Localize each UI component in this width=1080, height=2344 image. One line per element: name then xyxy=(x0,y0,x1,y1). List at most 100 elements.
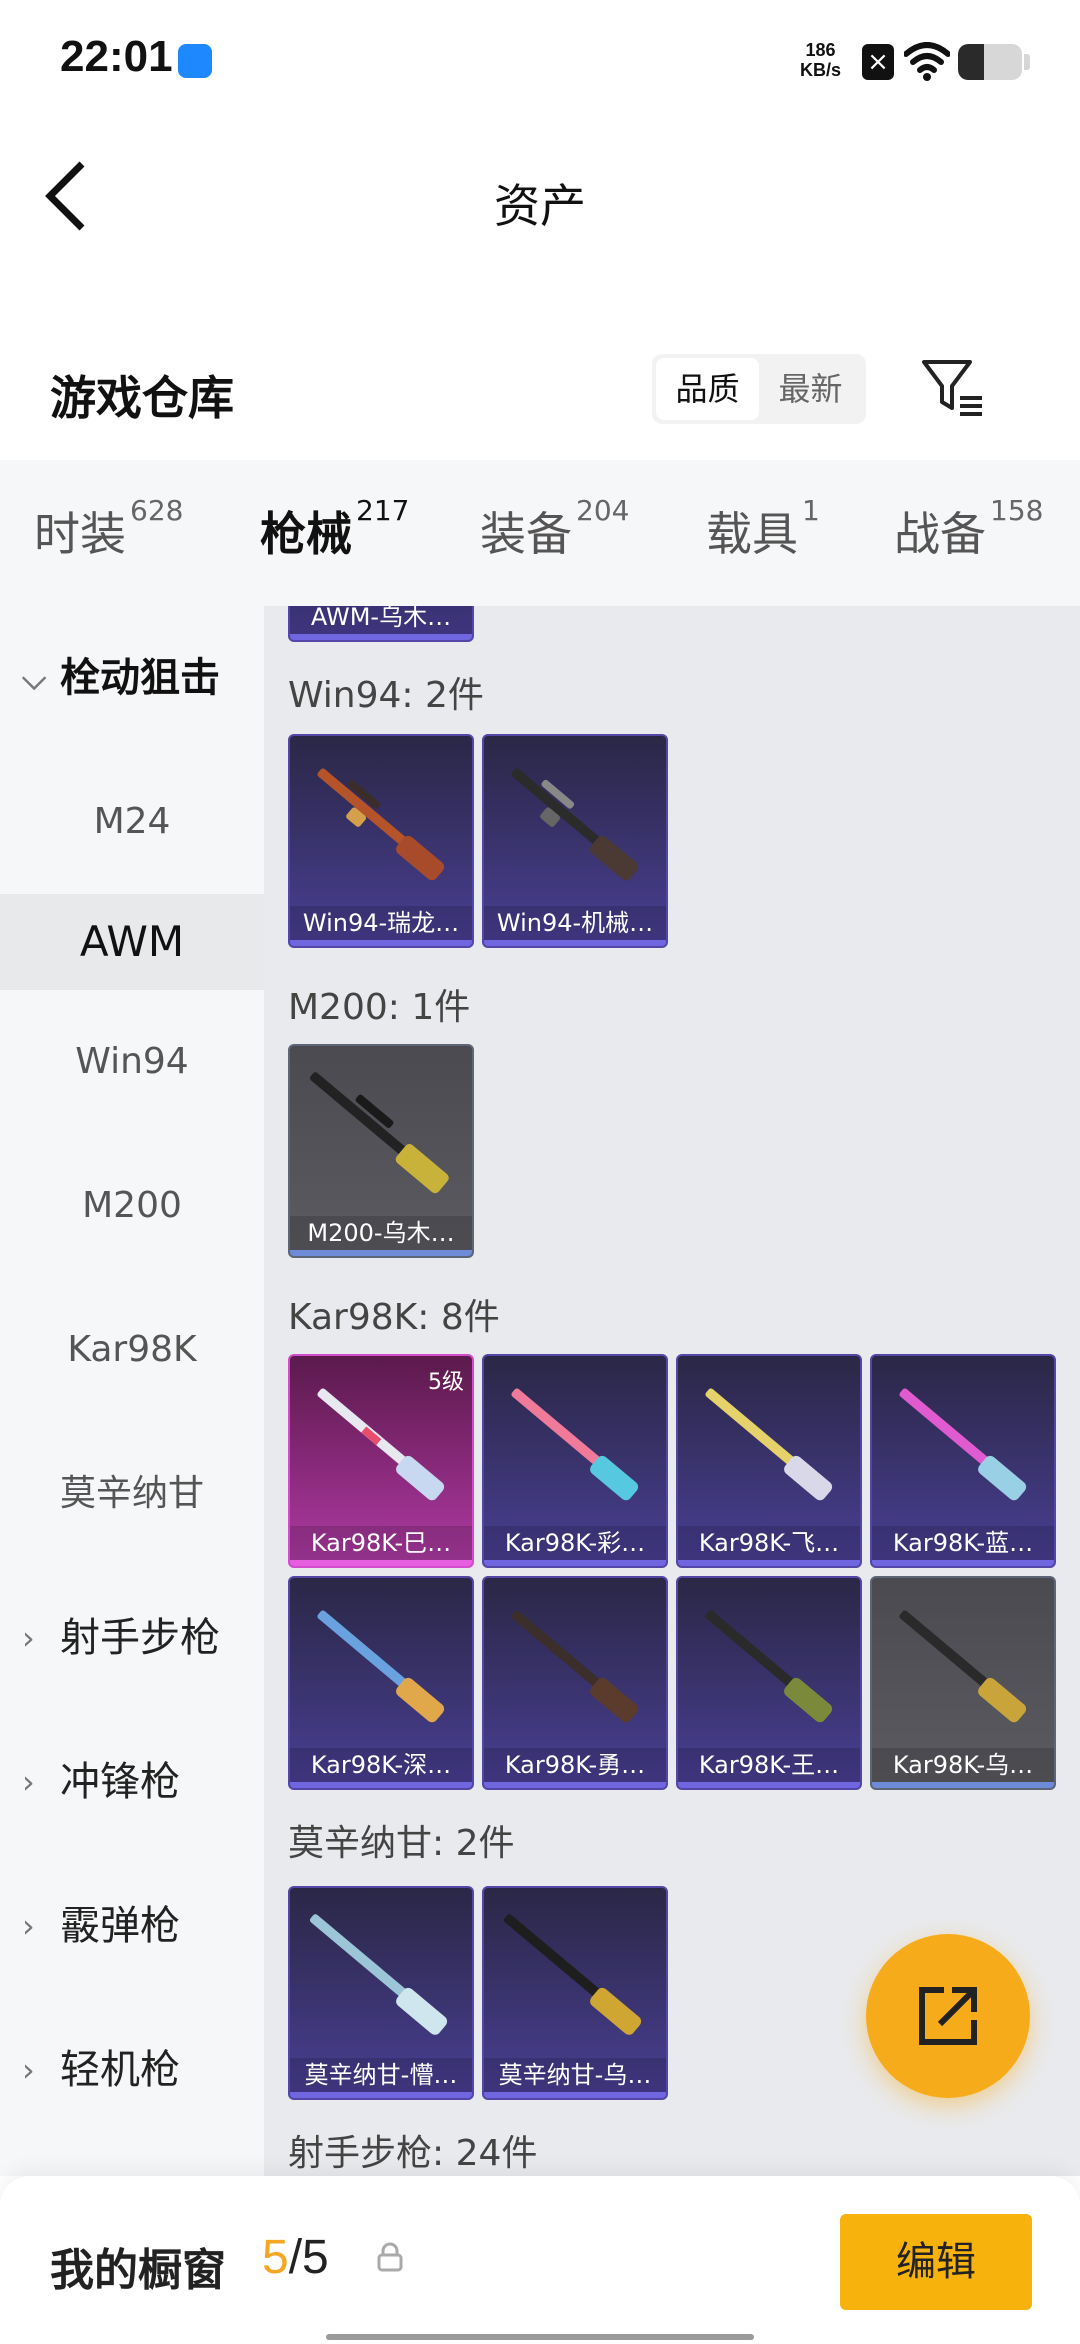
weapon-card[interactable]: Win94-瑞龙… xyxy=(288,734,474,948)
rifle-image xyxy=(899,1610,1027,1723)
weapon-card-label: Kar98K-勇… xyxy=(484,1748,666,1782)
sort-toggle: 品质 最新 xyxy=(652,354,866,424)
section-title-mosin: 莫辛纳甘: 2件 xyxy=(288,1823,515,1864)
edit-button[interactable]: 编辑 xyxy=(840,2214,1032,2310)
sidebar-group-smg[interactable]: › 冲锋枪 xyxy=(0,1710,264,1854)
battery-fill xyxy=(958,44,984,80)
weapon-card[interactable]: Kar98K-勇… xyxy=(482,1576,668,1790)
sidebar-item-m200[interactable]: M200 xyxy=(0,1134,264,1278)
showcase-count: 5/5 xyxy=(262,2230,329,2285)
sidebar-item-win94[interactable]: Win94 xyxy=(0,990,264,1134)
tab-label: 时装 xyxy=(34,507,126,561)
weapon-type-sidebar: ⌵ 栓动狙击 M24 AWM Win94 M200 Kar98K 莫辛纳甘 › … xyxy=(0,606,264,2176)
share-button[interactable] xyxy=(866,1934,1030,2098)
warehouse-title: 游戏仓库 xyxy=(50,371,234,425)
rarity-bar xyxy=(678,1560,860,1566)
category-tabs: 时装 628 枪械 217 装备 204 载具 1 战备 158 xyxy=(0,460,1080,616)
weapon-card-label: Kar98K-飞… xyxy=(678,1526,860,1560)
rifle-image xyxy=(503,1914,642,2035)
rarity-bar xyxy=(290,634,472,640)
chevron-right-icon: › xyxy=(22,1907,35,1945)
rarity-bar xyxy=(484,1560,666,1566)
battery-tip xyxy=(1024,54,1030,70)
status-bar: 22:01 186 KB/s × xyxy=(0,0,1080,120)
chevron-right-icon: › xyxy=(22,1619,35,1657)
rarity-bar xyxy=(872,1560,1054,1566)
section-title-m200: M200: 1件 xyxy=(288,987,471,1028)
tab-battle-gear[interactable]: 战备 158 xyxy=(894,494,1043,564)
rifle-image xyxy=(511,1388,639,1501)
sidebar-group-label: 射手步枪 xyxy=(60,1615,220,1661)
sidebar-item-mosin[interactable]: 莫辛纳甘 xyxy=(0,1422,264,1566)
tab-fashion[interactable]: 时装 628 xyxy=(34,494,183,564)
sidebar-group-dmr[interactable]: › 射手步枪 xyxy=(0,1566,264,1710)
sidebar-item-m24[interactable]: M24 xyxy=(0,750,264,894)
rifle-image xyxy=(511,768,639,881)
tab-vehicles[interactable]: 载具 1 xyxy=(706,494,820,564)
rarity-bar xyxy=(290,2092,472,2098)
showcase-separator: / xyxy=(288,2231,303,2284)
tab-weapons[interactable]: 枪械 217 xyxy=(260,494,409,616)
weapon-card-label: 莫辛纳甘-懵… xyxy=(290,2058,472,2092)
weapon-card-label: Kar98K-蓝… xyxy=(872,1526,1054,1560)
rifle-image xyxy=(317,1610,445,1723)
weapon-card[interactable]: Kar98K-彩… xyxy=(482,1354,668,1568)
weapon-card[interactable]: Kar98K-蓝… xyxy=(870,1354,1056,1568)
weapon-card[interactable]: Kar98K-乌… xyxy=(870,1576,1056,1790)
weapon-card[interactable]: 莫辛纳甘-懵… xyxy=(288,1886,474,2100)
sort-option-newest[interactable]: 最新 xyxy=(759,358,862,420)
section-title-dmr: 射手步枪: 24件 xyxy=(288,2133,538,2174)
weapon-card[interactable]: Kar98K-王… xyxy=(676,1576,862,1790)
chevron-right-icon: › xyxy=(22,2051,35,2089)
sidebar-group-label: 霰弹枪 xyxy=(60,1903,180,1949)
weapon-card-label: Kar98K-巳… xyxy=(290,1526,472,1560)
weapon-card[interactable]: Kar98K-深… xyxy=(288,1576,474,1790)
weapon-card[interactable]: Kar98K-飞… xyxy=(676,1354,862,1568)
weapon-card-label: M200-乌木… xyxy=(290,1216,472,1250)
chevron-right-icon: › xyxy=(22,1763,35,1801)
rarity-bar xyxy=(484,940,666,946)
app-notification-icon xyxy=(178,44,212,78)
weapon-card[interactable]: Win94-机械… xyxy=(482,734,668,948)
weapon-card[interactable]: 莫辛纳甘-乌… xyxy=(482,1886,668,2100)
page-title: 资产 xyxy=(494,179,586,233)
weapon-card[interactable]: 5级 Kar98K-巳… xyxy=(288,1354,474,1568)
net-speed-unit: KB/s xyxy=(800,60,842,80)
net-speed-value: 186 xyxy=(805,40,836,60)
weapon-card[interactable]: M200-乌木… xyxy=(288,1044,474,1258)
showcase-current: 5 xyxy=(262,2231,289,2284)
rifle-image xyxy=(899,1388,1027,1501)
tab-label: 载具 xyxy=(706,507,798,561)
chevron-down-icon: ⌵ xyxy=(22,659,47,697)
rifle-image xyxy=(317,1388,445,1501)
rarity-bar xyxy=(290,1250,472,1256)
sidebar-group-bolt-action[interactable]: ⌵ 栓动狙击 xyxy=(0,606,264,750)
rarity-bar xyxy=(484,2092,666,2098)
weapon-card[interactable]: AWM-乌木… xyxy=(288,606,474,642)
tab-label: 装备 xyxy=(480,507,572,561)
sidebar-group-label: 轻机枪 xyxy=(60,2047,180,2093)
weapon-card-label: Win94-机械… xyxy=(484,906,666,940)
rarity-bar xyxy=(290,1560,472,1566)
weapon-card-label: Kar98K-彩… xyxy=(484,1526,666,1560)
filter-icon[interactable] xyxy=(920,356,986,422)
sidebar-item-kar98k[interactable]: Kar98K xyxy=(0,1278,264,1422)
weapon-card-label: Kar98K-王… xyxy=(678,1748,860,1782)
sidebar-group-shotgun[interactable]: › 霰弹枪 xyxy=(0,1854,264,1998)
showcase-bar: 我的橱窗 5/5 编辑 xyxy=(0,2176,1080,2344)
weapon-card-label: Kar98K-乌… xyxy=(872,1748,1054,1782)
rifle-image xyxy=(317,768,445,881)
sort-option-quality[interactable]: 品质 xyxy=(656,358,759,420)
status-time: 22:01 xyxy=(60,32,173,81)
weapon-card-label: 莫辛纳甘-乌… xyxy=(484,2058,666,2092)
tab-equipment[interactable]: 装备 204 xyxy=(480,494,629,564)
weapon-card-label: Win94-瑞龙… xyxy=(290,906,472,940)
sidebar-item-awm[interactable]: AWM xyxy=(0,894,264,990)
rarity-bar xyxy=(872,1782,1054,1788)
sidebar-group-label: 栓动狙击 xyxy=(60,655,220,701)
tab-label: 枪械 xyxy=(260,507,352,561)
rarity-bar xyxy=(678,1782,860,1788)
sidebar-group-lmg[interactable]: › 轻机枪 xyxy=(0,1998,264,2142)
share-export-icon xyxy=(919,1987,977,2045)
wifi-icon xyxy=(904,42,950,81)
